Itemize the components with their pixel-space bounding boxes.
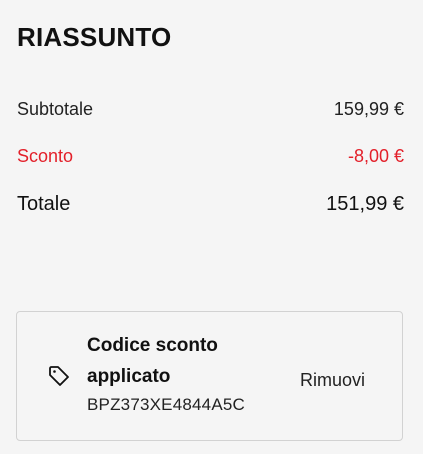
total-value: 151,99 €	[326, 193, 404, 215]
coupon-text: Codice sconto applicato BPZ373XE4844A5C	[87, 330, 267, 418]
subtotal-label: Subtotale	[17, 99, 94, 119]
subtotal-row: Subtotale 159,99 €	[17, 99, 404, 120]
discount-value: -8,00 €	[347, 146, 404, 166]
summary-title: RIASSUNTO	[17, 22, 172, 52]
subtotal-value: 159,99 €	[333, 99, 404, 119]
coupon-code: BPZ373XE4844A5C	[87, 395, 245, 414]
tag-icon	[49, 366, 69, 386]
remove-coupon-button[interactable]: Rimuovi	[300, 370, 365, 391]
coupon-title: Codice sconto applicato	[87, 335, 218, 387]
discount-row: Sconto -8,00 €	[17, 146, 404, 167]
applied-coupon-box: Codice sconto applicato BPZ373XE4844A5C …	[16, 311, 403, 441]
total-row: Totale 151,99 €	[17, 193, 404, 216]
discount-label: Sconto	[17, 146, 74, 166]
total-label: Totale	[17, 193, 71, 215]
order-summary: RIASSUNTO Subtotale 159,99 € Sconto -8,0…	[0, 0, 423, 454]
